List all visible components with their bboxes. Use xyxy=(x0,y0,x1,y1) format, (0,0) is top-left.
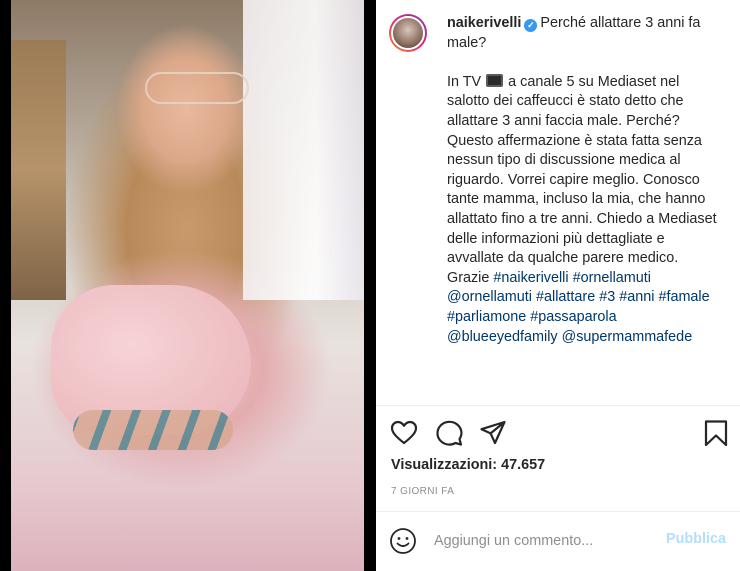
hashtag-link[interactable]: #famale xyxy=(658,289,709,305)
caption-area: naikerivelli ✓ Perché allattare 3 anni fa … xyxy=(376,0,740,405)
background-window xyxy=(243,0,364,300)
hashtag-link[interactable]: #anni xyxy=(619,289,654,305)
television-icon xyxy=(486,73,504,87)
caption-main-text: a canale 5 su Mediaset nel salotto dei c… xyxy=(447,73,717,286)
comment-input[interactable] xyxy=(434,530,644,552)
arm-tattoo xyxy=(73,410,233,450)
comment-bar: Pubblica xyxy=(376,511,740,571)
post-media[interactable] xyxy=(0,0,376,571)
divider xyxy=(376,405,740,406)
comment-bubble-icon[interactable] xyxy=(434,418,464,448)
post-sidebar: naikerivelli ✓ Perché allattare 3 anni fa … xyxy=(376,0,740,571)
post-actions xyxy=(376,414,740,454)
hashtag-link[interactable]: #3 xyxy=(599,289,615,305)
view-count[interactable]: Visualizzazioni: 47.657 xyxy=(391,457,545,473)
post-timestamp[interactable]: 7 GIORNI FA xyxy=(391,486,454,497)
smiley-icon[interactable] xyxy=(389,527,417,555)
hashtag-link[interactable]: #allattare xyxy=(536,289,595,305)
publish-button[interactable]: Pubblica xyxy=(666,531,726,547)
mention-link[interactable]: @ornellamuti xyxy=(447,289,532,305)
mention-link[interactable]: @blueeyedfamily xyxy=(447,329,558,345)
caption-body: In TV a canale 5 su Mediaset nel salotto… xyxy=(447,73,722,347)
hashtag-link[interactable]: #parliamone xyxy=(447,309,526,325)
paper-plane-icon[interactable] xyxy=(478,418,508,448)
hashtag-link[interactable]: #ornellamuti xyxy=(573,270,651,286)
hashtag-link[interactable]: #passaparola xyxy=(530,309,616,325)
caption-intro: In TV xyxy=(447,73,482,90)
bookmark-icon[interactable] xyxy=(701,418,731,448)
avatar-photo xyxy=(391,16,425,50)
heart-icon[interactable] xyxy=(389,418,419,448)
background-shelf xyxy=(11,40,66,300)
post-caption: naikerivelli ✓ Perché allattare 3 anni fa … xyxy=(447,14,722,347)
username-link[interactable]: naikerivelli xyxy=(447,15,521,31)
video-frame[interactable] xyxy=(11,0,364,571)
eyeglasses xyxy=(145,72,249,104)
verified-badge-icon: ✓ xyxy=(524,19,538,32)
hashtag-link[interactable]: #naikerivelli xyxy=(493,270,568,286)
avatar[interactable] xyxy=(389,14,427,52)
mention-link[interactable]: @supermammafede xyxy=(562,329,693,345)
